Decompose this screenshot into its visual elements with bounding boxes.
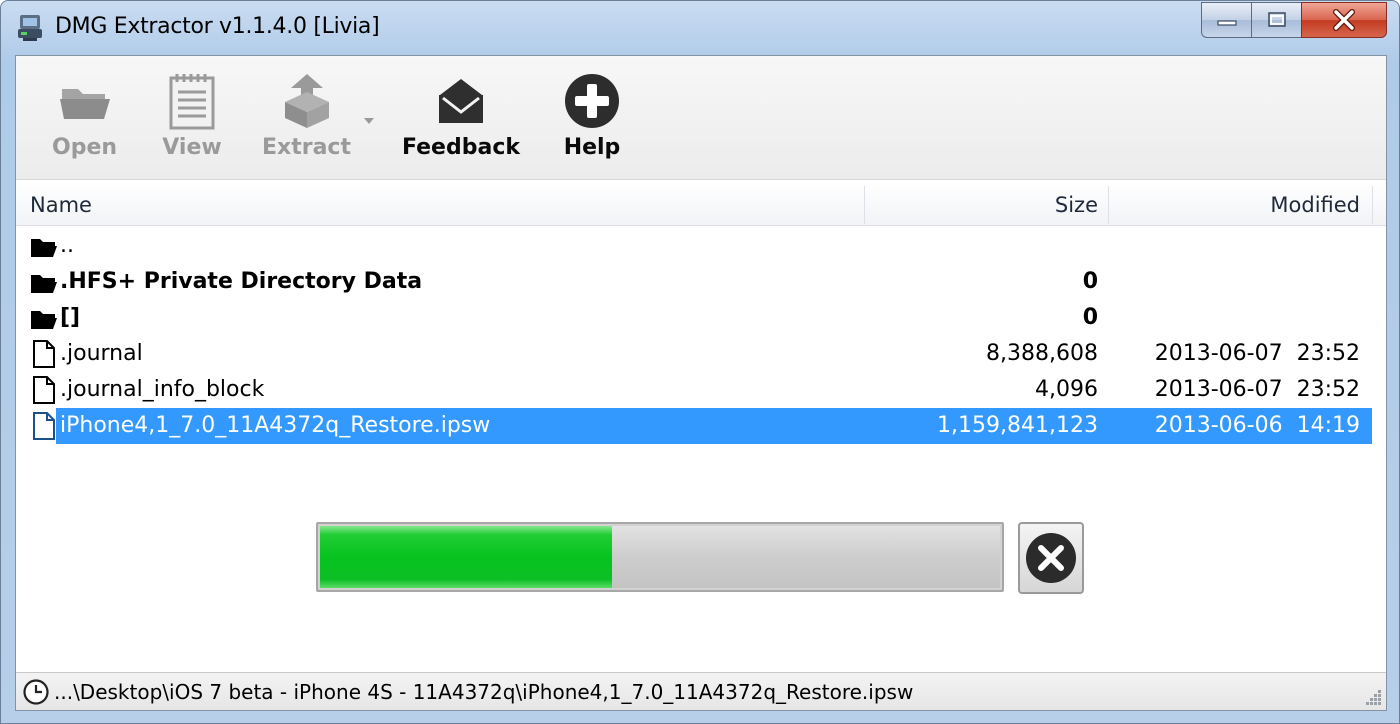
plus-circle-icon bbox=[565, 74, 619, 128]
list-item[interactable]: .journal 8,388,608 2013-06-07 23:52 bbox=[16, 336, 1386, 372]
progress-fill bbox=[320, 526, 612, 588]
feedback-button[interactable]: Feedback bbox=[402, 72, 520, 162]
extract-box-icon bbox=[284, 74, 329, 128]
view-label: View bbox=[162, 135, 222, 160]
folder-icon bbox=[31, 311, 57, 329]
list-item[interactable]: .journal_info_block 4,096 2013-06-07 23:… bbox=[16, 372, 1386, 408]
file-icon bbox=[33, 340, 55, 368]
file-modified: 2013-06-07 23:52 bbox=[1154, 377, 1360, 402]
file-size: 1,159,841,123 bbox=[937, 413, 1098, 438]
file-modified: 2013-06-06 14:19 bbox=[1154, 413, 1360, 438]
file-size: 0 bbox=[1082, 305, 1098, 330]
help-label: Help bbox=[563, 135, 621, 160]
file-name: .journal bbox=[60, 341, 143, 366]
feedback-label: Feedback bbox=[402, 135, 520, 160]
cancel-x-circle-icon bbox=[1026, 533, 1076, 583]
extract-dropdown-arrow-icon[interactable] bbox=[362, 116, 376, 126]
extract-label: Extract bbox=[262, 135, 351, 160]
column-header-size[interactable]: Size bbox=[1055, 182, 1098, 226]
list-item[interactable]: .. bbox=[16, 228, 1386, 264]
title-bar[interactable]: DMG Extractor v1.1.4.0 [Livia] bbox=[1, 1, 1400, 53]
file-list-header: Name Size Modified bbox=[16, 182, 1386, 226]
file-name: .journal_info_block bbox=[60, 377, 265, 402]
close-button[interactable] bbox=[1301, 2, 1387, 38]
close-icon bbox=[1333, 9, 1355, 31]
maximize-button[interactable] bbox=[1251, 2, 1301, 38]
open-button[interactable]: Open bbox=[52, 72, 117, 162]
minimize-button[interactable] bbox=[1201, 2, 1251, 38]
file-size: 4,096 bbox=[1035, 377, 1098, 402]
column-divider[interactable] bbox=[1108, 186, 1109, 224]
cancel-extraction-button[interactable] bbox=[1018, 522, 1084, 594]
file-size: 8,388,608 bbox=[986, 341, 1098, 366]
maximize-icon bbox=[1267, 12, 1286, 27]
column-divider[interactable] bbox=[864, 186, 865, 224]
dmg-extractor-app-icon bbox=[18, 15, 42, 41]
file-name: .. bbox=[60, 233, 74, 258]
folder-icon bbox=[31, 239, 57, 257]
window-title: DMG Extractor v1.1.4.0 [Livia] bbox=[55, 14, 380, 39]
file-name: [] bbox=[60, 305, 81, 330]
notepad-icon bbox=[169, 74, 215, 130]
extraction-progress-bar bbox=[316, 522, 1004, 592]
list-item[interactable]: [] 0 bbox=[16, 300, 1386, 336]
clock-icon bbox=[23, 679, 49, 705]
file-name: .HFS+ Private Directory Data bbox=[60, 269, 423, 294]
status-file-path: ...\Desktop\iOS 7 beta - iPhone 4S - 11A… bbox=[54, 680, 914, 704]
status-bar: ...\Desktop\iOS 7 beta - iPhone 4S - 11A… bbox=[16, 672, 1386, 710]
main-panel: Open View Extract Feedback Help Name Siz… bbox=[15, 55, 1387, 711]
envelope-icon bbox=[439, 79, 483, 123]
minimize-icon bbox=[1216, 20, 1237, 26]
file-icon bbox=[33, 376, 55, 404]
open-label: Open bbox=[52, 135, 118, 160]
column-divider[interactable] bbox=[1372, 186, 1373, 224]
app-window: DMG Extractor v1.1.4.0 [Livia] Open View… bbox=[0, 0, 1400, 724]
toolbar: Open View Extract Feedback Help bbox=[16, 56, 1386, 180]
progress-track bbox=[612, 526, 1000, 588]
view-button[interactable]: View bbox=[162, 72, 222, 162]
window-controls bbox=[1201, 2, 1387, 38]
resize-grip-icon[interactable] bbox=[1364, 688, 1382, 706]
extract-button[interactable]: Extract bbox=[262, 72, 351, 162]
folder-icon bbox=[31, 275, 57, 293]
file-name: iPhone4,1_7.0_11A4372q_Restore.ipsw bbox=[60, 413, 491, 438]
column-header-modified[interactable]: Modified bbox=[1270, 182, 1360, 226]
column-header-name[interactable]: Name bbox=[30, 182, 92, 226]
folder-open-icon bbox=[59, 89, 110, 119]
list-item[interactable]: .HFS+ Private Directory Data 0 bbox=[16, 264, 1386, 300]
file-modified: 2013-06-07 23:52 bbox=[1154, 341, 1360, 366]
file-size: 0 bbox=[1082, 269, 1098, 294]
file-icon bbox=[33, 412, 55, 440]
help-button[interactable]: Help bbox=[562, 72, 622, 162]
list-item-selected[interactable]: iPhone4,1_7.0_11A4372q_Restore.ipsw 1,15… bbox=[16, 408, 1386, 444]
